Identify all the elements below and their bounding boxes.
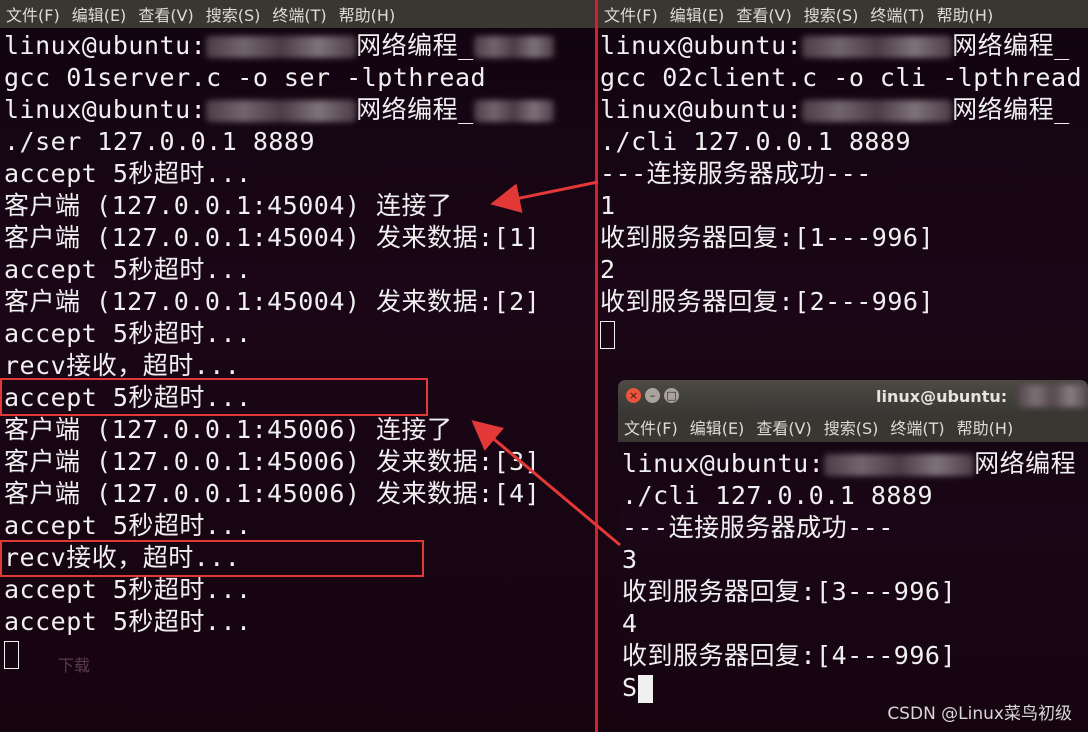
terminal-cursor-line[interactable] — [4, 638, 595, 670]
menu-view[interactable]: 查看(V) — [750, 415, 817, 439]
terminal-line: linux@ubuntu: 网络编程_ — [600, 31, 1070, 60]
redacted-title — [1018, 385, 1088, 407]
menu-edit[interactable]: 编辑(E) — [66, 2, 133, 26]
terminal-cursor — [637, 675, 653, 703]
terminal-line: accept 5秒超时... — [4, 319, 252, 348]
right-terminal-output: linux@ubuntu: 网络编程_ gcc 02client.c -o cli… — [600, 30, 1088, 350]
right-menubar: 文件(F) 编辑(E) 查看(V) 搜索(S) 终端(T) 帮助(H) — [598, 0, 1088, 28]
terminal-cursor — [600, 321, 615, 349]
terminal-line: 4 — [622, 609, 638, 638]
terminal-line: 收到服务器回复:[2---996] — [600, 287, 935, 316]
terminal-line: 客户端 (127.0.0.1:45006) 发来数据:[4] — [4, 479, 541, 508]
terminal-line: linux@ubuntu: 网络编程_ — [4, 30, 595, 62]
menu-search[interactable]: 搜索(S) — [798, 2, 865, 26]
background-ghost-label: 下载 — [58, 656, 91, 675]
highlight-box-recv-timeout — [0, 540, 424, 577]
menu-help[interactable]: 帮助(H) — [333, 2, 402, 26]
menu-file[interactable]: 文件(F) — [598, 2, 664, 26]
terminal-line: linux@ubuntu: 网络编程_ — [4, 94, 595, 126]
terminal-line: accept 5秒超时... — [4, 255, 252, 284]
menu-search[interactable]: 搜索(S) — [200, 2, 267, 26]
floating-menubar: 文件(F) 编辑(E) 查看(V) 搜索(S) 终端(T) 帮助(H) — [618, 412, 1088, 442]
window-title: linux@ubuntu: — [876, 387, 1008, 406]
terminal-line: ./ser 127.0.0.1 8889 — [4, 127, 316, 156]
menu-edit[interactable]: 编辑(E) — [664, 2, 731, 26]
terminal-line: 客户端 (127.0.0.1:45006) 连接了 — [4, 415, 453, 444]
menu-terminal[interactable]: 终端(T) — [884, 415, 950, 439]
terminal-line: gcc 02client.c -o cli -lpthread — [600, 63, 1083, 92]
left-terminal-window[interactable]: 文件(F) 编辑(E) 查看(V) 搜索(S) 终端(T) 帮助(H) linu… — [0, 0, 595, 732]
menu-terminal[interactable]: 终端(T) — [864, 2, 930, 26]
floating-terminal-window[interactable]: × – □ linux@ubuntu: 文件(F) 编辑(E) 查看(V) 搜索… — [618, 380, 1088, 732]
terminal-line: 收到服务器回复:[3---996] — [622, 577, 957, 606]
terminal-line: 2 — [600, 255, 616, 284]
terminal-line: 收到服务器回复:[1---996] — [600, 223, 935, 252]
terminal-line: 客户端 (127.0.0.1:45006) 发来数据:[3] — [4, 447, 541, 476]
terminal-line: 1 — [600, 191, 616, 220]
terminal-line: ---连接服务器成功--- — [600, 159, 872, 188]
terminal-line: ---连接服务器成功--- — [622, 513, 894, 542]
minimize-icon[interactable]: – — [645, 388, 660, 403]
redacted-path — [824, 454, 975, 476]
terminal-line: ./cli 127.0.0.1 8889 — [622, 481, 934, 510]
redacted-path — [473, 100, 554, 122]
menu-file[interactable]: 文件(F) — [0, 2, 66, 26]
menu-help[interactable]: 帮助(H) — [951, 415, 1020, 439]
redacted-path — [206, 100, 357, 122]
terminal-line: gcc 01server.c -o ser -lpthread — [4, 63, 487, 92]
maximize-icon[interactable]: □ — [664, 388, 679, 403]
terminal-line: 客户端 (127.0.0.1:45004) 连接了 — [4, 191, 453, 220]
menu-help[interactable]: 帮助(H) — [931, 2, 1000, 26]
close-icon[interactable]: × — [626, 388, 641, 403]
menu-view[interactable]: 查看(V) — [132, 2, 199, 26]
redacted-path — [802, 100, 953, 122]
menu-terminal[interactable]: 终端(T) — [266, 2, 332, 26]
terminal-line: accept 5秒超时... — [4, 575, 252, 604]
terminal-line: linux@ubuntu: 网络编程 — [622, 449, 1077, 478]
terminal-line: 客户端 (127.0.0.1:45004) 发来数据:[2] — [4, 287, 541, 316]
floating-titlebar[interactable]: × – □ linux@ubuntu: — [618, 380, 1088, 412]
menu-edit[interactable]: 编辑(E) — [684, 415, 751, 439]
watermark: CSDN @Linux菜鸟初级 — [887, 704, 1072, 724]
terminal-line: 收到服务器回复:[4---996] — [622, 641, 957, 670]
highlight-box-accept-timeout — [0, 378, 428, 416]
redacted-path — [206, 36, 357, 58]
terminal-cursor — [4, 641, 19, 669]
terminal-line: 客户端 (127.0.0.1:45004) 发来数据:[1] — [4, 223, 541, 252]
terminal-line: 3 — [622, 545, 638, 574]
menu-file[interactable]: 文件(F) — [618, 415, 684, 439]
left-menubar: 文件(F) 编辑(E) 查看(V) 搜索(S) 终端(T) 帮助(H) — [0, 0, 595, 28]
redacted-path — [473, 36, 554, 58]
terminal-line: linux@ubuntu: 网络编程_ — [600, 95, 1070, 124]
terminal-cursor-line[interactable] — [600, 318, 1088, 350]
menu-view[interactable]: 查看(V) — [730, 2, 797, 26]
terminal-line: ./cli 127.0.0.1 8889 — [600, 127, 912, 156]
floating-terminal-output: linux@ubuntu: 网络编程 ./cli 127.0.0.1 8889 -… — [622, 448, 1088, 704]
menu-search[interactable]: 搜索(S) — [818, 415, 885, 439]
redacted-path — [802, 36, 953, 58]
terminal-line: accept 5秒超时... — [4, 159, 252, 188]
terminal-line: accept 5秒超时... — [4, 607, 252, 636]
terminal-line: accept 5秒超时... — [4, 511, 252, 540]
